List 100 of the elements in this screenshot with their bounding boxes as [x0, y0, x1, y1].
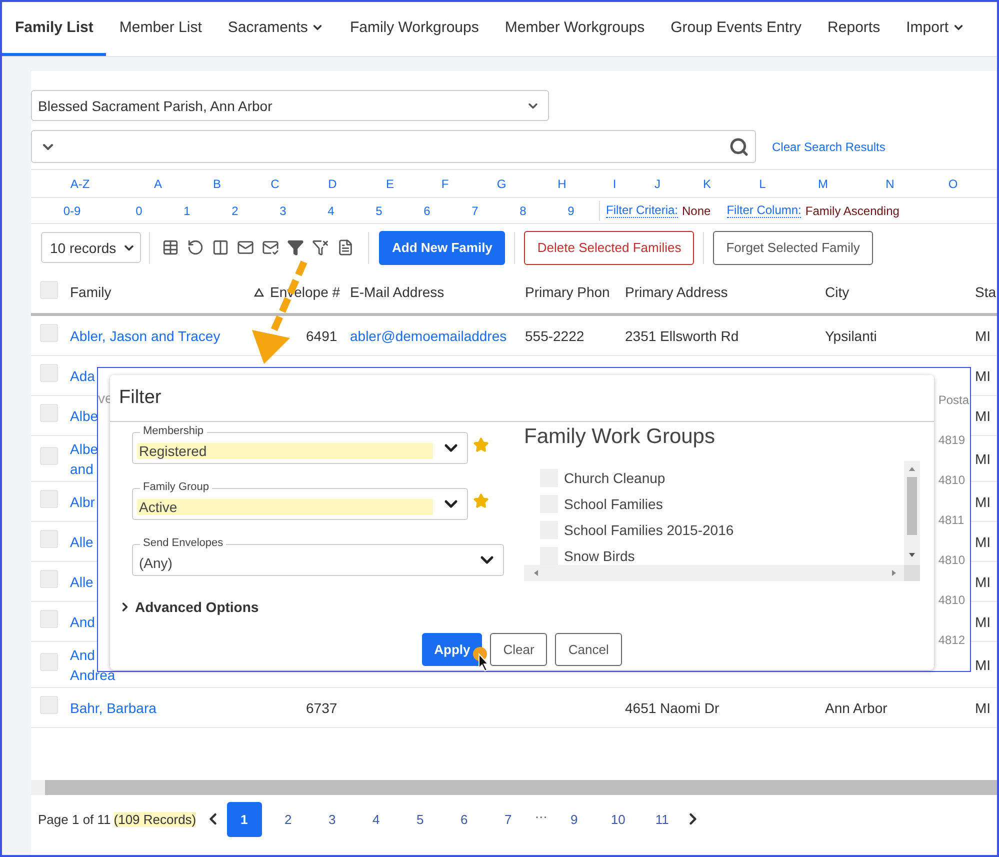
- nav-tab[interactable]: Sacraments: [214, 2, 337, 56]
- row-checkbox[interactable]: [40, 653, 58, 671]
- row-checkbox[interactable]: [40, 447, 58, 465]
- row-checkbox[interactable]: [40, 324, 58, 342]
- digit-link[interactable]: 7: [453, 204, 497, 218]
- search-icon[interactable]: [729, 136, 749, 156]
- letter-link[interactable]: L: [735, 176, 790, 190]
- digit-link[interactable]: 2: [209, 204, 261, 218]
- clear-button[interactable]: Clear: [490, 633, 548, 666]
- row-checkbox[interactable]: [40, 364, 58, 382]
- letter-link[interactable]: M: [790, 176, 856, 190]
- family-link[interactable]: And: [70, 612, 95, 632]
- filter-icon[interactable]: [287, 239, 304, 256]
- forget-family-button[interactable]: Forget Selected Family: [713, 230, 873, 264]
- family-link[interactable]: Albe: [70, 406, 98, 426]
- column-header[interactable]: City: [825, 284, 850, 300]
- digit-link[interactable]: 1: [165, 204, 209, 218]
- family-link[interactable]: and: [70, 458, 94, 478]
- nav-tab[interactable]: Import: [893, 2, 978, 56]
- search-field[interactable]: [31, 130, 756, 163]
- file-icon[interactable]: [337, 239, 354, 256]
- nav-tab[interactable]: Reports: [814, 2, 894, 56]
- letter-link[interactable]: I: [593, 176, 636, 190]
- letter-link[interactable]: J: [636, 176, 679, 190]
- column-header[interactable]: Sta: [975, 284, 996, 300]
- column-header[interactable]: E-Mail Address: [350, 284, 444, 300]
- apply-button[interactable]: Apply: [422, 633, 482, 666]
- page-button[interactable]: 10: [600, 802, 636, 836]
- row-checkbox[interactable]: [40, 570, 58, 588]
- sort-icon[interactable]: [254, 288, 264, 296]
- add-family-button[interactable]: Add New Family: [379, 230, 506, 264]
- letter-link[interactable]: A-Z: [31, 176, 129, 190]
- envelopes-icon[interactable]: [262, 239, 279, 256]
- family-link[interactable]: Alle: [70, 572, 94, 592]
- page-button[interactable]: 9: [556, 802, 592, 836]
- page-button[interactable]: 2: [270, 802, 306, 836]
- clear-search-link[interactable]: Clear Search Results: [772, 140, 886, 154]
- parish-select[interactable]: Blessed Sacrament Parish, Ann Arbor: [31, 90, 549, 121]
- column-header[interactable]: Primary Phon: [525, 284, 610, 300]
- family-link[interactable]: Albr: [70, 492, 95, 512]
- digit-link[interactable]: 5: [357, 204, 401, 218]
- letter-link[interactable]: B: [187, 176, 247, 190]
- page-button[interactable]: 1: [226, 802, 262, 836]
- family-link[interactable]: Ada: [70, 366, 95, 386]
- filter-clear-icon[interactable]: [312, 239, 329, 256]
- row-checkbox[interactable]: [40, 490, 58, 508]
- letter-link[interactable]: H: [531, 176, 593, 190]
- select-all-checkbox[interactable]: [40, 280, 58, 298]
- page-button[interactable]: 7: [490, 802, 526, 836]
- digit-link[interactable]: 6: [401, 204, 453, 218]
- column-header[interactable]: Primary Address: [625, 284, 728, 300]
- undo-icon[interactable]: [187, 239, 204, 256]
- delete-families-button[interactable]: Delete Selected Families: [524, 230, 694, 264]
- filter-select[interactable]: Membership Registered: [132, 425, 468, 464]
- page-button[interactable]: 5: [402, 802, 438, 836]
- row-checkbox[interactable]: [40, 610, 58, 628]
- letter-link[interactable]: G: [472, 176, 531, 190]
- family-link[interactable]: Alle: [70, 532, 94, 552]
- filter-select[interactable]: Family Group Active: [132, 481, 468, 520]
- letter-link[interactable]: A: [129, 176, 187, 190]
- digit-link[interactable]: 0: [113, 204, 165, 218]
- page-button[interactable]: 11: [644, 802, 680, 836]
- page-button[interactable]: 4: [358, 802, 394, 836]
- nav-tab[interactable]: Member List: [106, 2, 215, 56]
- row-checkbox[interactable]: [40, 530, 58, 548]
- nav-tab[interactable]: Family Workgroups: [336, 2, 492, 56]
- nav-tab[interactable]: Group Events Entry: [658, 2, 815, 56]
- columns-icon[interactable]: [212, 239, 229, 256]
- letter-link[interactable]: E: [362, 176, 418, 190]
- row-checkbox[interactable]: [40, 696, 58, 714]
- family-link[interactable]: Bahr, Barbara: [70, 698, 156, 718]
- email-link[interactable]: abler@demoemailaddres: [350, 326, 507, 346]
- digit-link[interactable]: 4: [305, 204, 357, 218]
- digit-link[interactable]: 0-9: [31, 204, 113, 218]
- letter-link[interactable]: N: [856, 176, 924, 190]
- family-link[interactable]: And: [70, 644, 95, 664]
- filter-criteria-label[interactable]: Filter Criteria:: [606, 203, 678, 218]
- page-button[interactable]: 3: [314, 802, 350, 836]
- letter-link[interactable]: C: [247, 176, 303, 190]
- family-link[interactable]: Andrea: [70, 664, 116, 684]
- table-icon[interactable]: [162, 239, 179, 256]
- row-checkbox[interactable]: [40, 404, 58, 422]
- letter-link[interactable]: O: [924, 176, 982, 190]
- advanced-options-toggle[interactable]: Advanced Options: [135, 599, 259, 615]
- records-select[interactable]: 10 records: [41, 232, 141, 263]
- filter-select[interactable]: Send Envelopes (Any): [132, 537, 504, 576]
- nav-tab[interactable]: Member Workgroups: [492, 2, 658, 56]
- nav-tab[interactable]: Family List: [2, 2, 106, 56]
- family-link[interactable]: Abler, Jason and Tracey: [70, 326, 220, 346]
- letter-link[interactable]: K: [679, 176, 735, 190]
- letter-link[interactable]: D: [303, 176, 362, 190]
- page-button[interactable]: 6: [446, 802, 482, 836]
- column-header[interactable]: Family: [70, 284, 112, 300]
- cancel-button[interactable]: Cancel: [555, 633, 622, 666]
- filter-column-label[interactable]: Filter Column:: [726, 203, 802, 218]
- digit-link[interactable]: 8: [497, 204, 549, 218]
- column-header[interactable]: Envelope #: [270, 284, 340, 300]
- mail-icon[interactable]: [237, 239, 254, 256]
- family-link[interactable]: Albe: [70, 438, 98, 458]
- digit-link[interactable]: 9: [549, 204, 593, 218]
